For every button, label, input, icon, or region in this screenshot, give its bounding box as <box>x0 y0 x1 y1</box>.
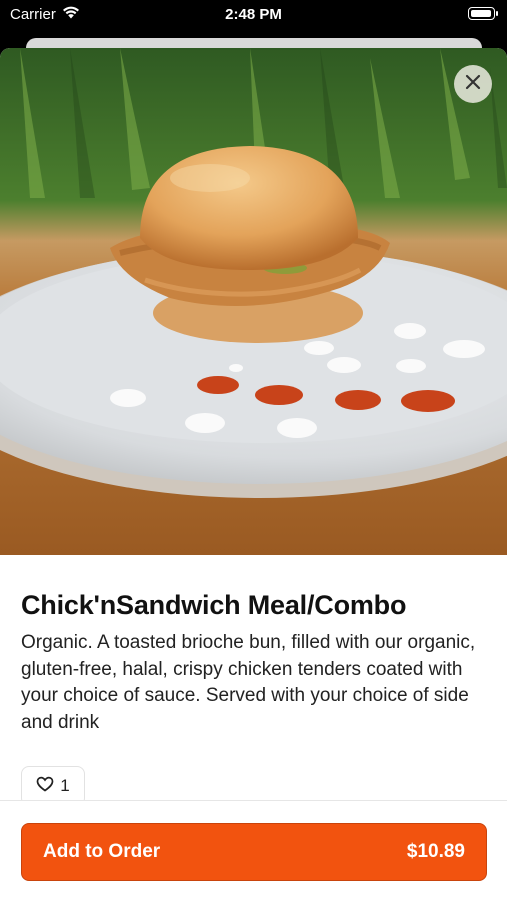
item-details: Chick'nSandwich Meal/Combo Organic. A to… <box>21 588 487 736</box>
close-icon <box>465 74 481 95</box>
item-title: Chick'nSandwich Meal/Combo <box>21 590 407 620</box>
status-bar: Carrier 2:48 PM <box>0 0 507 30</box>
battery-icon <box>468 7 498 20</box>
item-description: Organic. A toasted brioche bun, filled w… <box>21 632 476 733</box>
close-button[interactable] <box>454 65 492 103</box>
item-detail-modal: Chick'nSandwich Meal/Combo Organic. A to… <box>0 48 507 900</box>
price-label: $10.89 <box>406 841 465 862</box>
like-count: 1 <box>60 776 70 795</box>
item-photo <box>0 48 507 555</box>
heart-icon <box>36 776 54 797</box>
status-time: 2:48 PM <box>225 6 282 23</box>
add-to-order-button[interactable]: Add to Order $10.89 <box>21 823 487 881</box>
bottom-action-bar: Add to Order $10.89 <box>0 800 507 900</box>
add-to-order-label: Add to Order <box>43 841 161 862</box>
